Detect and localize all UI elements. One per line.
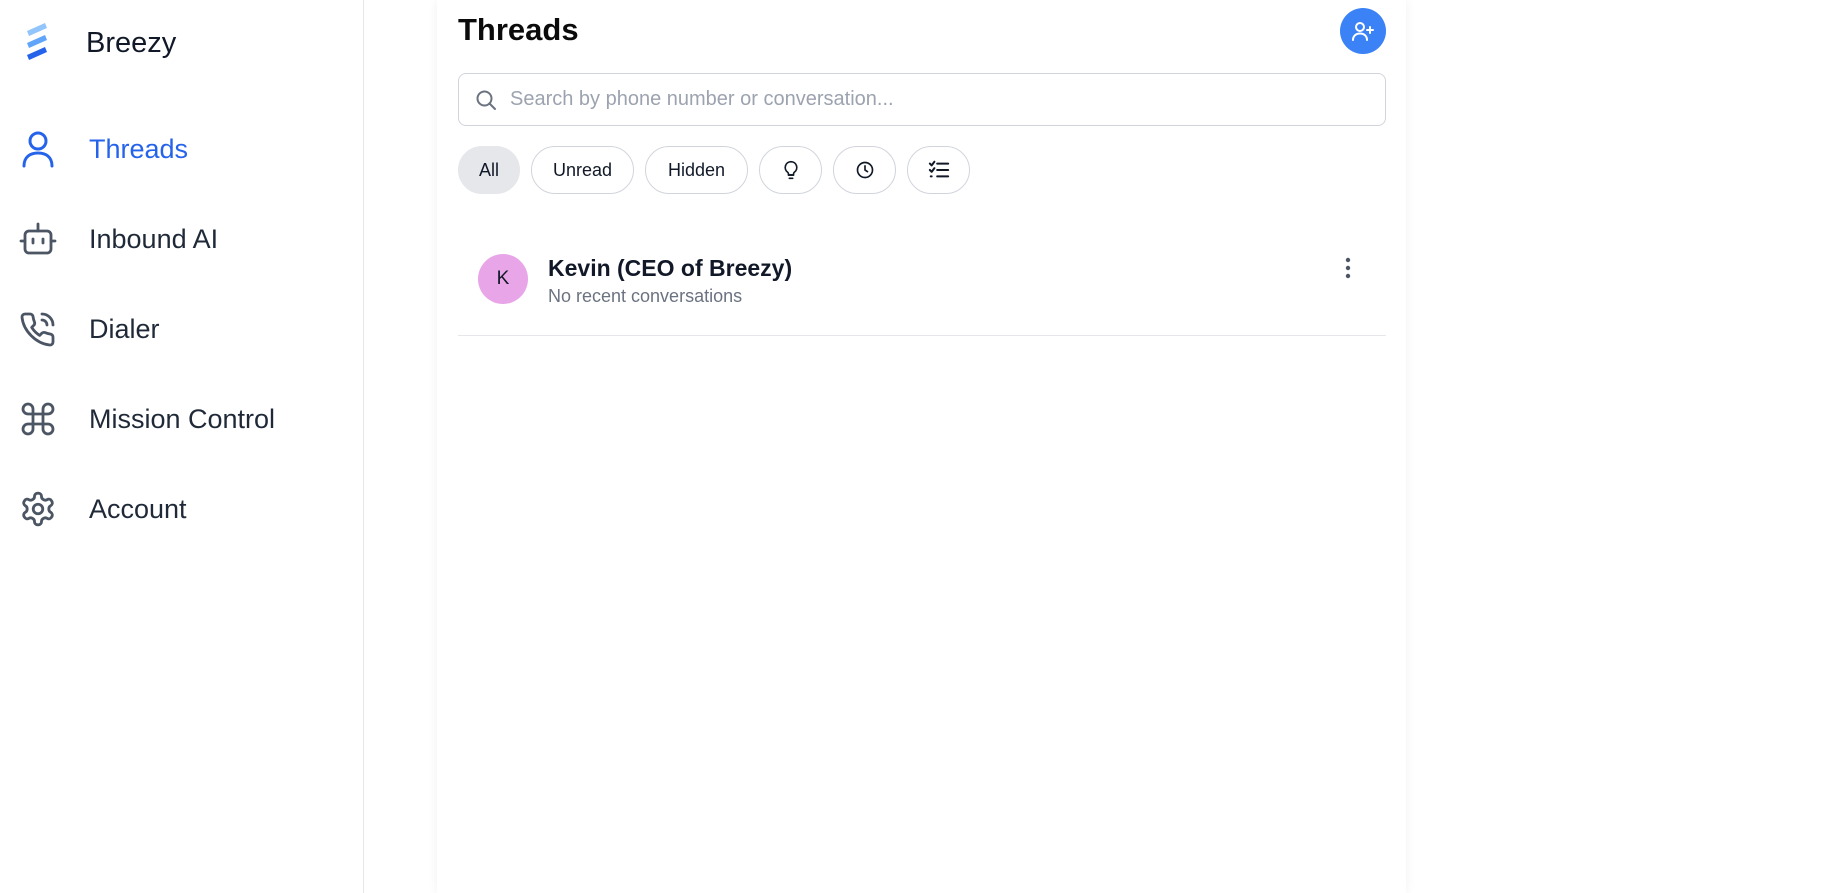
sidebar-item-label: Inbound AI <box>89 223 219 254</box>
thread-menu-button[interactable] <box>1338 254 1358 282</box>
brand-name: Breezy <box>86 26 177 59</box>
sidebar-item-inbound-ai[interactable]: Inbound AI <box>0 194 364 284</box>
sidebar-item-label: Account <box>89 493 187 524</box>
list-checks-icon <box>928 159 950 181</box>
search-box <box>458 73 1386 126</box>
thread-row[interactable]: K Kevin (CEO of Breezy) No recent conver… <box>458 230 1386 336</box>
brand[interactable]: Breezy <box>22 20 176 66</box>
search-icon <box>474 88 498 112</box>
sidebar-item-mission-control[interactable]: Mission Control <box>0 374 364 464</box>
filter-label: Unread <box>552 159 613 180</box>
avatar-initial: K <box>496 268 510 289</box>
thread-subtitle: No recent conversations <box>548 286 743 306</box>
sidebar-item-label: Threads <box>89 133 189 164</box>
phone-icon <box>18 309 58 349</box>
filter-label: Hidden <box>667 159 726 180</box>
more-vertical-icon <box>1345 257 1351 279</box>
sidebar-item-label: Dialer <box>89 313 160 344</box>
command-icon <box>18 399 58 439</box>
page-title: Threads <box>458 12 579 47</box>
app-root: Breezy Threads Inbound AI Dialer Mission… <box>0 0 1829 893</box>
sidebar: Breezy Threads Inbound AI Dialer Mission… <box>0 0 364 893</box>
clock-icon <box>855 160 875 180</box>
sidebar-nav: Threads Inbound AI Dialer Mission Contro… <box>0 104 364 554</box>
filter-unread-button[interactable]: Unread <box>531 146 634 194</box>
gear-icon <box>18 489 58 529</box>
filter-ideas-button[interactable] <box>759 146 822 194</box>
filter-bar: All Unread Hidden <box>458 146 981 194</box>
breezy-logo-icon <box>22 20 52 66</box>
filter-tasks-button[interactable] <box>907 146 970 194</box>
user-icon <box>18 129 58 169</box>
user-plus-icon <box>1351 19 1375 43</box>
add-contact-button[interactable] <box>1340 8 1386 54</box>
search-input[interactable] <box>510 88 1385 111</box>
sidebar-item-dialer[interactable]: Dialer <box>0 284 364 374</box>
filter-hidden-button[interactable]: Hidden <box>645 146 748 194</box>
thread-name: Kevin (CEO of Breezy) <box>548 255 793 281</box>
filter-recent-button[interactable] <box>833 146 896 194</box>
sidebar-item-label: Mission Control <box>89 403 276 434</box>
threads-panel: Threads All <box>437 0 1406 893</box>
filter-all-button[interactable]: All <box>458 146 520 194</box>
sidebar-item-threads[interactable]: Threads <box>0 104 364 194</box>
sidebar-item-account[interactable]: Account <box>0 464 364 554</box>
bot-icon <box>18 219 58 259</box>
filter-label: All <box>478 159 499 180</box>
avatar: K <box>478 254 528 304</box>
lightbulb-icon <box>781 160 801 180</box>
